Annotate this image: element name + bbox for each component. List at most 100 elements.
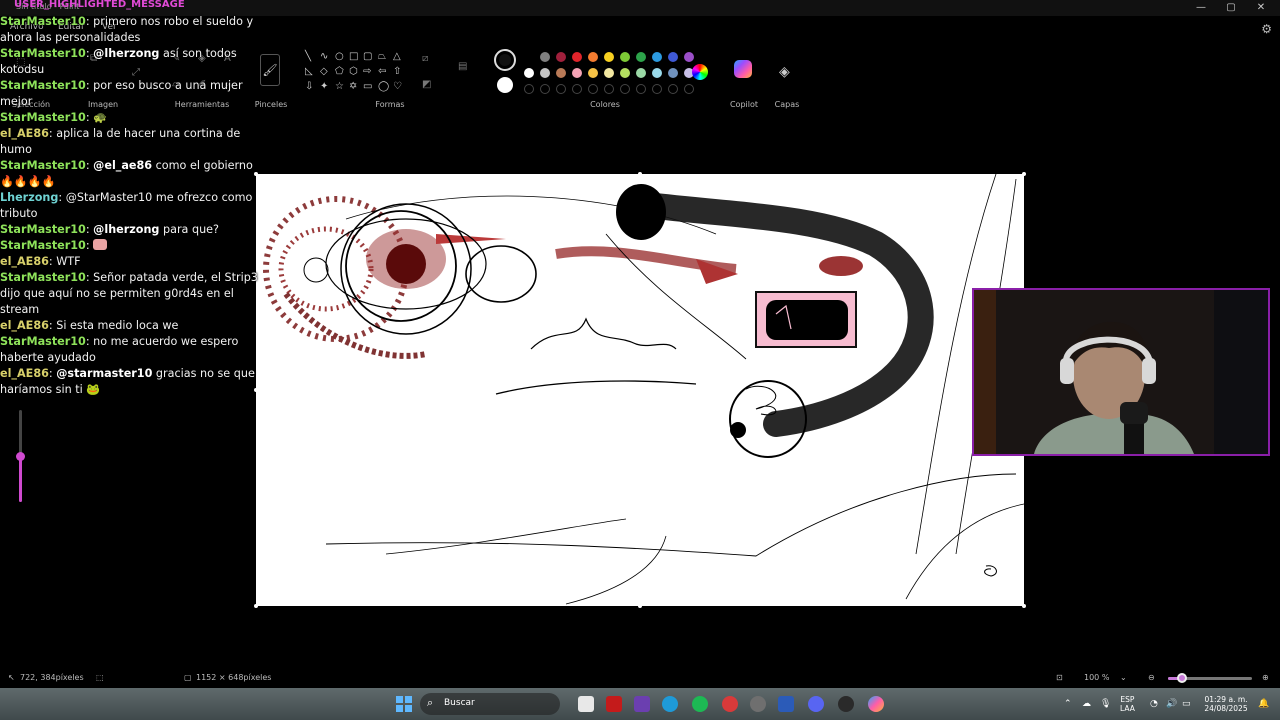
color-swatch[interactable] (668, 68, 678, 78)
color-swatch[interactable] (524, 68, 534, 78)
arrow-left-shape-icon[interactable]: ⇦ (378, 67, 386, 77)
roundrect-shape-icon[interactable]: ▢ (363, 52, 372, 62)
clock[interactable]: 01:29 a. m. 24/08/2025 (1200, 695, 1252, 713)
custom-color-slot[interactable] (556, 84, 566, 94)
pentagon-shape-icon[interactable]: ⬠ (335, 67, 344, 77)
custom-color-slot[interactable] (652, 84, 662, 94)
battery-icon[interactable]: ▭ (1182, 700, 1191, 709)
line-shape-icon[interactable]: ╲ (305, 52, 311, 62)
windows-start-icon[interactable] (396, 696, 412, 712)
star4-shape-icon[interactable]: ✦ (320, 82, 328, 92)
star6-shape-icon[interactable]: ✡ (349, 82, 357, 92)
brush-button[interactable]: 🖌 (260, 54, 280, 86)
color-swatch[interactable] (540, 52, 550, 62)
taskbar-search[interactable]: ⌕ Buscar (420, 693, 560, 715)
custom-color-slot[interactable] (540, 84, 550, 94)
mic-icon[interactable]: 🎙 (1100, 700, 1111, 709)
recorder-icon[interactable] (722, 696, 738, 712)
paint-icon[interactable] (868, 696, 884, 712)
color-swatch[interactable] (556, 68, 566, 78)
polygon-shape-icon[interactable]: ⏢ (378, 52, 386, 62)
custom-color-slot[interactable] (524, 84, 534, 94)
gear-icon[interactable]: ⚙ (1261, 22, 1272, 36)
color-swatch[interactable] (588, 68, 598, 78)
close-button[interactable]: ✕ (1246, 0, 1276, 16)
custom-color-slot[interactable] (636, 84, 646, 94)
word-icon[interactable] (778, 696, 794, 712)
primary-color[interactable] (494, 49, 516, 71)
color-swatch[interactable] (588, 52, 598, 62)
notification-bell-icon[interactable]: 🔔 (1258, 700, 1269, 709)
edge-icon[interactable] (662, 696, 678, 712)
curve-shape-icon[interactable]: ∿ (320, 52, 328, 62)
drawing-canvas[interactable] (256, 173, 1025, 606)
color-swatch[interactable] (636, 52, 646, 62)
color-swatch[interactable] (604, 68, 614, 78)
zoom-slider-knob[interactable] (1177, 673, 1188, 683)
callout-oval-shape-icon[interactable]: ◯ (378, 82, 389, 92)
star5-shape-icon[interactable]: ☆ (335, 82, 344, 92)
custom-color-slot[interactable] (588, 84, 598, 94)
callout-rect-shape-icon[interactable]: ▭ (363, 82, 372, 92)
arrow-up-shape-icon[interactable]: ⇧ (393, 67, 401, 77)
canvas-handle[interactable] (254, 604, 258, 608)
layers-icon[interactable]: ◈ (779, 64, 790, 80)
custom-color-slot[interactable] (668, 84, 678, 94)
color-swatch[interactable] (540, 68, 550, 78)
zoom-out-icon[interactable]: ⊖ (1148, 673, 1155, 682)
shape-settings-icon[interactable]: ▤ (458, 62, 467, 72)
volume-icon[interactable]: 🔊 (1166, 700, 1177, 709)
custom-color-slot[interactable] (684, 84, 694, 94)
arrow-down-shape-icon[interactable]: ⇩ (305, 82, 313, 92)
netflix-icon[interactable] (606, 696, 622, 712)
zoom-value[interactable]: 100 % (1084, 673, 1109, 682)
color-swatch[interactable] (620, 68, 630, 78)
triangle-shape-icon[interactable]: △ (393, 52, 401, 62)
edit-colors-icon[interactable] (692, 64, 708, 80)
oval-shape-icon[interactable]: ○ (335, 52, 344, 62)
volume-slider-knob[interactable] (16, 452, 25, 461)
custom-color-slot[interactable] (620, 84, 630, 94)
outline-icon[interactable]: ⧄ (422, 54, 428, 64)
canvas-handle[interactable] (638, 604, 642, 608)
color-swatch[interactable] (668, 52, 678, 62)
fit-screen-icon[interactable]: ⊡ (1056, 673, 1063, 682)
steam-icon[interactable] (750, 696, 766, 712)
diamond-shape-icon[interactable]: ◇ (320, 67, 328, 77)
color-swatch[interactable] (572, 52, 582, 62)
hexagon-shape-icon[interactable]: ⬡ (349, 67, 358, 77)
language-indicator[interactable]: ESP LAA (1120, 695, 1135, 713)
right-triangle-shape-icon[interactable]: ◺ (305, 67, 313, 77)
color-swatch[interactable] (524, 52, 534, 62)
canvas-handle[interactable] (638, 172, 642, 176)
task-view-icon[interactable] (578, 696, 594, 712)
zoom-dropdown-icon[interactable]: ⌄ (1120, 673, 1127, 682)
spotify-icon[interactable] (692, 696, 708, 712)
minimize-button[interactable]: — (1186, 0, 1216, 16)
zoom-in-icon[interactable]: ⊕ (1262, 673, 1269, 682)
color-swatch[interactable] (636, 68, 646, 78)
custom-color-slot[interactable] (572, 84, 582, 94)
tray-chevron-icon[interactable]: ⌃ (1064, 700, 1072, 709)
color-swatch[interactable] (556, 52, 566, 62)
fill-style-icon[interactable]: ◩ (422, 80, 431, 90)
discord-icon[interactable] (808, 696, 824, 712)
color-swatch[interactable] (572, 68, 582, 78)
secondary-color[interactable] (497, 77, 513, 93)
heart-shape-icon[interactable]: ♡ (393, 82, 402, 92)
color-swatch[interactable] (652, 68, 662, 78)
maximize-button[interactable]: ▢ (1216, 0, 1246, 16)
canvas-handle[interactable] (1022, 604, 1026, 608)
calculator-icon[interactable] (634, 696, 650, 712)
custom-color-slot[interactable] (604, 84, 614, 94)
onedrive-icon[interactable]: ☁ (1082, 700, 1091, 709)
copilot-icon[interactable] (734, 60, 752, 78)
color-swatch[interactable] (604, 52, 614, 62)
rect-shape-icon[interactable]: □ (349, 52, 358, 62)
wifi-icon[interactable]: ◔ (1150, 700, 1158, 709)
arrow-right-shape-icon[interactable]: ⇨ (363, 67, 371, 77)
media-player-icon[interactable] (838, 696, 854, 712)
color-swatch[interactable] (620, 52, 630, 62)
color-swatch[interactable] (652, 52, 662, 62)
canvas-handle[interactable] (1022, 172, 1026, 176)
